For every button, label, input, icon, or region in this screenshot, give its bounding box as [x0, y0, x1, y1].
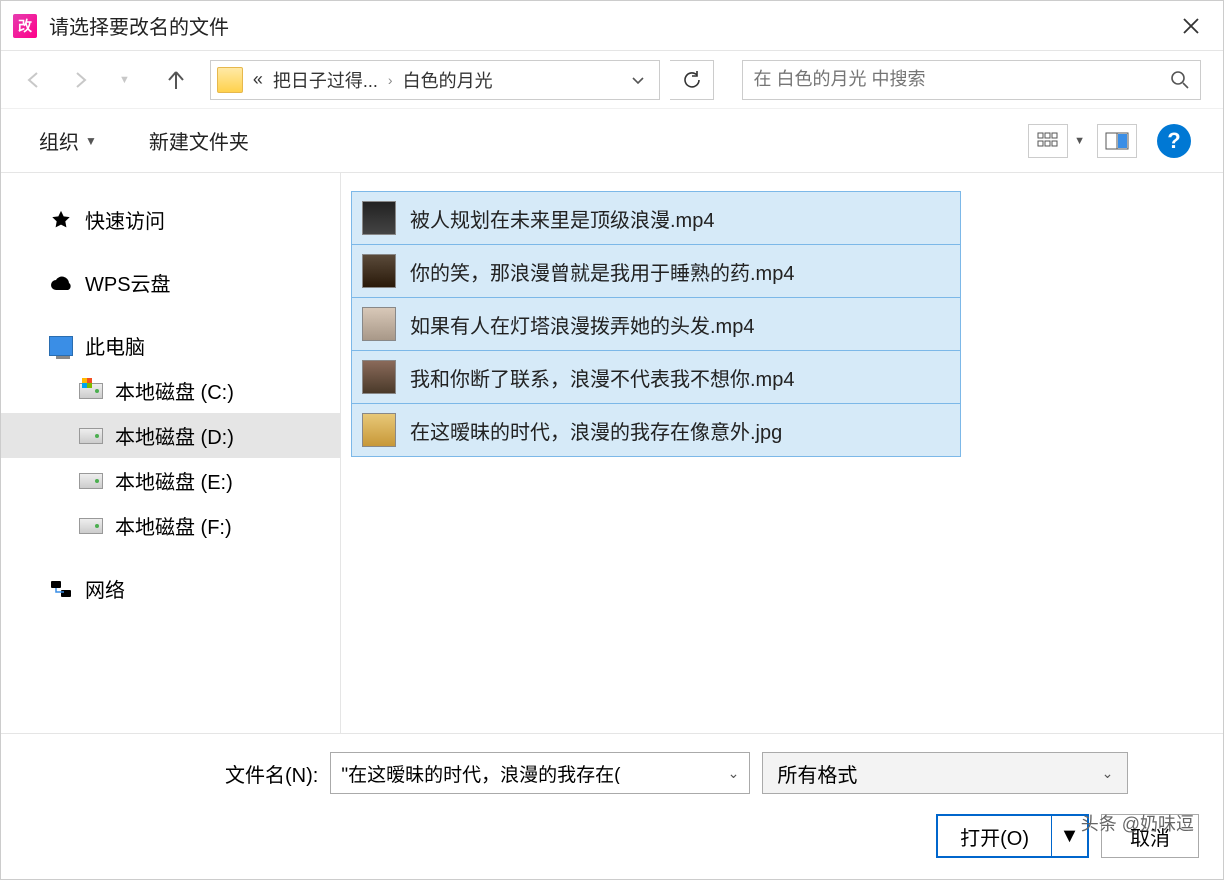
drive-icon — [79, 424, 103, 448]
chevron-down-icon: ▼ — [85, 134, 97, 148]
file-item[interactable]: 我和你断了联系，浪漫不代表我不想你.mp4 — [351, 350, 961, 404]
drive-e-label: 本地磁盘 (E:) — [115, 466, 233, 495]
file-thumbnail — [362, 201, 396, 235]
sidebar-item-drive-c[interactable]: 本地磁盘 (C:) — [1, 368, 340, 413]
recent-dropdown[interactable]: ▼ — [119, 74, 130, 86]
network-icon — [49, 577, 73, 601]
search-icon[interactable] — [1170, 70, 1190, 90]
breadcrumb-prefix: « — [253, 69, 263, 90]
view-mode-button[interactable] — [1028, 124, 1068, 158]
help-icon: ? — [1167, 128, 1180, 154]
filename-combobox[interactable]: ⌄ — [330, 752, 750, 794]
panel-icon — [1105, 132, 1129, 150]
nav-row: ▼ « 把日子过得... › 白色的月光 — [1, 51, 1223, 109]
open-label: 打开(O) — [938, 822, 1051, 851]
search-box[interactable] — [742, 60, 1201, 100]
breadcrumb-item-1[interactable]: 把日子过得... — [273, 67, 378, 93]
sidebar-item-quick-access[interactable]: 快速访问 — [1, 197, 340, 242]
open-button[interactable]: 打开(O) ▼ — [936, 814, 1089, 858]
sidebar-item-this-pc[interactable]: 此电脑 — [1, 323, 340, 368]
filename-row: 文件名(N): ⌄ 所有格式 ⌄ — [25, 752, 1199, 794]
file-thumbnail — [362, 254, 396, 288]
address-bar[interactable]: « 把日子过得... › 白色的月光 — [210, 60, 661, 100]
drive-icon — [79, 379, 103, 403]
quick-access-label: 快速访问 — [85, 205, 165, 234]
drive-icon — [79, 514, 103, 538]
file-name: 如果有人在灯塔浪漫拨弄她的头发.mp4 — [410, 310, 754, 339]
close-icon — [1182, 17, 1200, 35]
new-folder-label: 新建文件夹 — [149, 126, 249, 155]
open-split-dropdown[interactable]: ▼ — [1051, 816, 1087, 856]
chevron-down-icon: ⌄ — [1102, 765, 1114, 782]
file-name: 被人规划在未来里是顶级浪漫.mp4 — [410, 204, 714, 233]
organize-button[interactable]: 组织 ▼ — [33, 122, 103, 159]
file-list: 被人规划在未来里是顶级浪漫.mp4 你的笑，那浪漫曾就是我用于睡熟的药.mp4 … — [341, 173, 1223, 733]
folder-icon — [217, 67, 243, 93]
chevron-right-icon: › — [388, 72, 393, 88]
back-button[interactable] — [23, 70, 43, 90]
close-button[interactable] — [1171, 6, 1211, 46]
sidebar: 快速访问 WPS云盘 此电脑 本地磁盘 (C:) 本地磁盘 (D:) 本地磁盘 … — [1, 173, 341, 733]
this-pc-label: 此电脑 — [85, 331, 145, 360]
grid-icon — [1037, 132, 1059, 150]
file-item[interactable]: 在这暧昧的时代，浪漫的我存在像意外.jpg — [351, 403, 961, 457]
window-title: 请选择要改名的文件 — [49, 11, 1171, 40]
sidebar-item-wps-cloud[interactable]: WPS云盘 — [1, 260, 340, 305]
refresh-icon — [683, 71, 701, 89]
breadcrumb: « 把日子过得... › 白色的月光 — [243, 67, 624, 93]
file-thumbnail — [362, 360, 396, 394]
button-row: 打开(O) ▼ 取消 — [25, 814, 1199, 858]
star-icon — [49, 208, 73, 232]
view-dropdown[interactable]: ▼ — [1074, 135, 1085, 147]
app-icon: 改 — [13, 14, 37, 38]
chevron-down-icon[interactable]: ⌄ — [728, 765, 740, 782]
filter-label: 所有格式 — [777, 759, 1101, 788]
file-name: 我和你断了联系，浪漫不代表我不想你.mp4 — [410, 363, 794, 392]
filename-input[interactable] — [341, 762, 727, 784]
sidebar-item-network[interactable]: 网络 — [1, 566, 340, 611]
forward-button[interactable] — [71, 70, 91, 90]
new-folder-button[interactable]: 新建文件夹 — [143, 122, 255, 159]
file-item[interactable]: 你的笑，那浪漫曾就是我用于睡熟的药.mp4 — [351, 244, 961, 298]
sidebar-item-drive-e[interactable]: 本地磁盘 (E:) — [1, 458, 340, 503]
main-area: 快速访问 WPS云盘 此电脑 本地磁盘 (C:) 本地磁盘 (D:) 本地磁盘 … — [1, 173, 1223, 733]
file-type-filter[interactable]: 所有格式 ⌄ — [762, 752, 1128, 794]
footer: 文件名(N): ⌄ 所有格式 ⌄ 打开(O) ▼ 取消 — [1, 733, 1223, 884]
file-item[interactable]: 被人规划在未来里是顶级浪漫.mp4 — [351, 191, 961, 245]
file-thumbnail — [362, 413, 396, 447]
drive-d-label: 本地磁盘 (D:) — [115, 421, 234, 450]
preview-pane-button[interactable] — [1097, 124, 1137, 158]
cancel-button[interactable]: 取消 — [1101, 814, 1199, 858]
drive-icon — [79, 469, 103, 493]
cloud-icon — [49, 271, 73, 295]
organize-label: 组织 — [39, 126, 79, 155]
up-button[interactable] — [166, 69, 186, 91]
toolbar: 组织 ▼ 新建文件夹 ▼ ? — [1, 109, 1223, 173]
refresh-button[interactable] — [670, 60, 714, 100]
wps-cloud-label: WPS云盘 — [85, 268, 171, 297]
sidebar-item-drive-d[interactable]: 本地磁盘 (D:) — [1, 413, 340, 458]
file-item[interactable]: 如果有人在灯塔浪漫拨弄她的头发.mp4 — [351, 297, 961, 351]
nav-arrows: ▼ — [23, 70, 130, 90]
titlebar: 改 请选择要改名的文件 — [1, 1, 1223, 51]
file-name: 在这暧昧的时代，浪漫的我存在像意外.jpg — [410, 416, 782, 445]
help-button[interactable]: ? — [1157, 124, 1191, 158]
drive-f-label: 本地磁盘 (F:) — [115, 511, 232, 540]
file-name: 你的笑，那浪漫曾就是我用于睡熟的药.mp4 — [410, 257, 794, 286]
address-dropdown[interactable] — [623, 73, 653, 87]
search-input[interactable] — [753, 69, 1170, 90]
sidebar-item-drive-f[interactable]: 本地磁盘 (F:) — [1, 503, 340, 548]
breadcrumb-item-2[interactable]: 白色的月光 — [403, 67, 493, 93]
file-thumbnail — [362, 307, 396, 341]
filename-label: 文件名(N): — [225, 759, 318, 788]
drive-c-label: 本地磁盘 (C:) — [115, 376, 234, 405]
network-label: 网络 — [85, 574, 125, 603]
pc-icon — [49, 334, 73, 358]
